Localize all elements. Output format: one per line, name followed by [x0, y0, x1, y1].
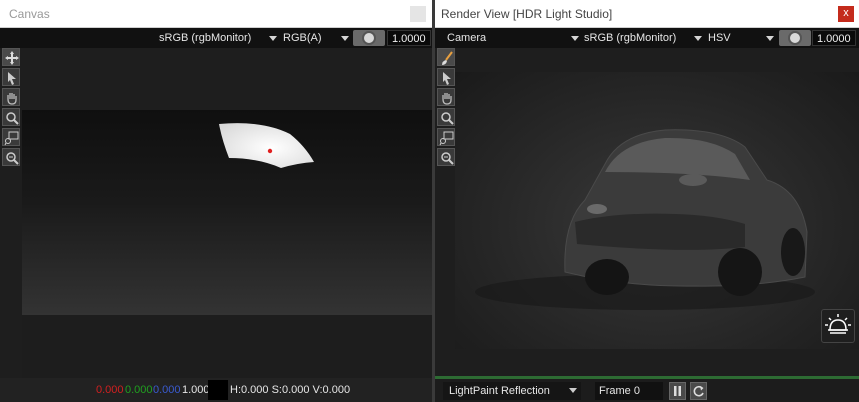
pan-hand-icon[interactable]: [437, 88, 455, 106]
chevron-down-icon: [766, 36, 774, 41]
render-tool-column: [437, 48, 457, 168]
color-model-value: HSV: [708, 32, 731, 44]
status-r-value: 0.000: [96, 384, 124, 396]
car-render-image: [475, 129, 815, 310]
zoom-out-icon[interactable]: [2, 148, 20, 166]
pause-button[interactable]: [669, 382, 686, 400]
canvas-toolbar: sRGB (rgbMonitor) RGB(A) 1.0000: [0, 28, 432, 48]
status-g-value: 0.000: [125, 384, 153, 396]
exposure-knob-icon: [788, 31, 802, 45]
canvas-window-button[interactable]: [410, 6, 426, 22]
render-colorspace-dropdown[interactable]: sRGB (rgbMonitor): [584, 31, 702, 46]
pan-hand-icon[interactable]: [2, 88, 20, 106]
render-toolbar: Camera sRGB (rgbMonitor) HSV 1.0000: [435, 28, 859, 48]
zoom-icon[interactable]: [437, 108, 455, 126]
chevron-down-icon: [269, 36, 277, 41]
pause-icon: [674, 386, 681, 396]
paint-mode-dropdown[interactable]: LightPaint Reflection: [443, 382, 581, 400]
chevron-down-icon: [571, 36, 579, 41]
canvas-background: [22, 315, 432, 378]
select-arrow-icon[interactable]: [437, 68, 455, 86]
environment-light-button[interactable]: [821, 309, 855, 343]
render-colorspace-value: sRGB (rgbMonitor): [584, 32, 677, 44]
refresh-icon: [693, 385, 704, 397]
chevron-down-icon: [341, 36, 349, 41]
zoom-region-icon[interactable]: [437, 128, 455, 146]
canvas-tool-column: [2, 48, 22, 168]
select-arrow-icon[interactable]: [2, 68, 20, 86]
render-titlebar[interactable]: Render View [HDR Light Studio] x: [435, 0, 859, 28]
sun-lamp-icon: [825, 314, 851, 334]
close-button[interactable]: x: [838, 6, 854, 22]
status-b-value: 0.000: [153, 384, 181, 396]
zoom-out-icon[interactable]: [437, 148, 455, 166]
chevron-down-icon: [569, 388, 577, 393]
canvas-title: Canvas: [9, 7, 50, 21]
canvas-exposure-input[interactable]: 1.0000: [387, 30, 431, 46]
canvas-viewport[interactable]: [22, 110, 432, 315]
render-exposure-knob[interactable]: [779, 30, 811, 46]
refresh-button[interactable]: [690, 382, 707, 400]
canvas-exposure-knob[interactable]: [353, 30, 385, 46]
canvas-channels-value: RGB(A): [283, 32, 322, 44]
render-panel: Render View [HDR Light Studio] x Camera …: [435, 0, 859, 402]
zoom-region-icon[interactable]: [2, 128, 20, 146]
light-handle-dot[interactable]: [267, 148, 273, 154]
color-swatch: [208, 380, 228, 400]
canvas-status-bar: 0.000 0.000 0.000 1.000 H:0.000 S:0.000 …: [0, 378, 432, 402]
canvas-titlebar[interactable]: Canvas: [0, 0, 432, 28]
render-bottom-bar: LightPaint Reflection Frame 0: [435, 376, 859, 402]
paint-brush-icon[interactable]: [437, 48, 455, 66]
canvas-panel: Canvas sRGB (rgbMonitor) RGB(A) 1.0000 0…: [0, 0, 432, 402]
canvas-colorspace-value: sRGB (rgbMonitor): [159, 32, 252, 44]
color-model-dropdown[interactable]: HSV: [708, 31, 774, 46]
exposure-knob-icon: [362, 31, 376, 45]
paint-mode-value: LightPaint Reflection: [449, 385, 550, 397]
chevron-down-icon: [694, 36, 702, 41]
status-hsv-value: H:0.000 S:0.000 V:0.000: [230, 384, 351, 396]
camera-dropdown[interactable]: Camera: [447, 31, 579, 46]
render-title: Render View [HDR Light Studio]: [441, 7, 613, 21]
frame-label: Frame 0: [599, 385, 640, 397]
status-a-value: 1.000: [182, 384, 210, 396]
light-source-shape[interactable]: [22, 110, 432, 315]
move-icon[interactable]: [2, 48, 20, 66]
zoom-icon[interactable]: [2, 108, 20, 126]
render-viewport[interactable]: [455, 72, 859, 349]
camera-value: Camera: [447, 32, 487, 44]
render-exposure-input[interactable]: 1.0000: [812, 30, 856, 46]
canvas-channels-dropdown[interactable]: RGB(A): [283, 31, 349, 46]
canvas-colorspace-dropdown[interactable]: sRGB (rgbMonitor): [159, 31, 277, 46]
